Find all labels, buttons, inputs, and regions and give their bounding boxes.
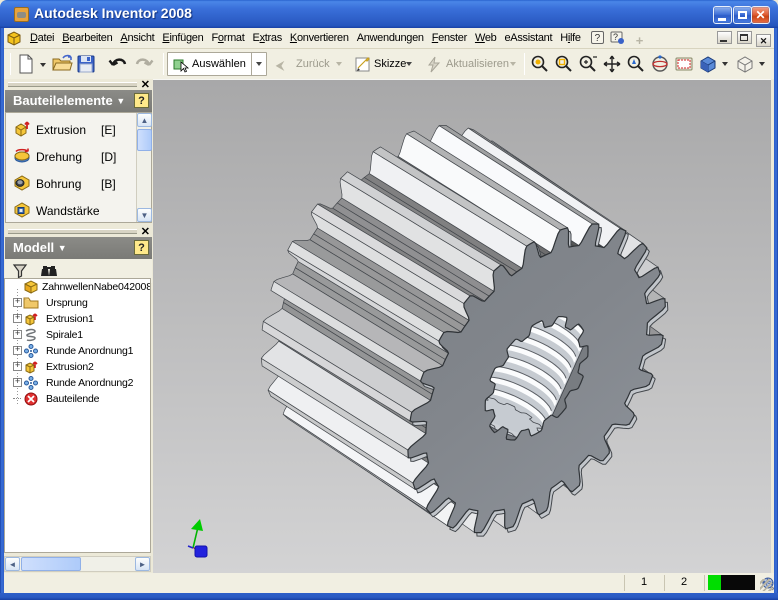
svg-text:?: ? <box>613 32 618 42</box>
